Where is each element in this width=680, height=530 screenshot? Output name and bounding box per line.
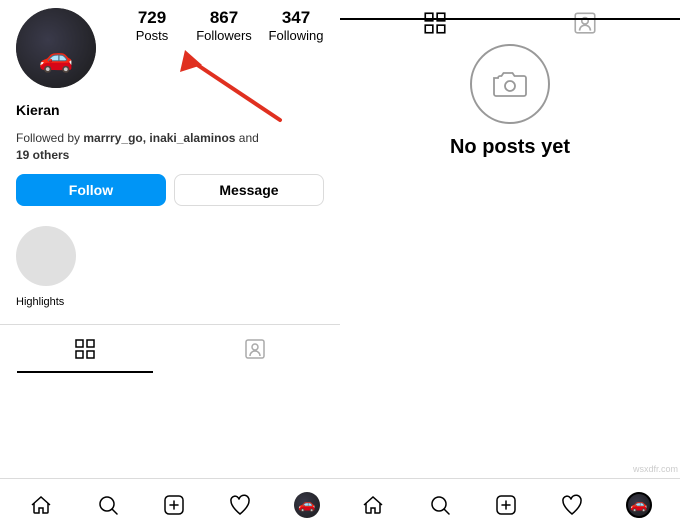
nav-home-left[interactable]: [19, 483, 63, 527]
follow-button[interactable]: Follow: [16, 174, 166, 206]
nav-avatar-left: 🚗: [294, 492, 320, 518]
left-panel: 729 Posts 867 Followers 347 Following Ki…: [0, 0, 340, 373]
top-grid-icon[interactable]: [422, 10, 448, 36]
grid-icon: [73, 337, 97, 361]
followers-stat[interactable]: 867 Followers: [192, 8, 256, 43]
nav-add-left[interactable]: [152, 483, 196, 527]
highlight-circle[interactable]: [16, 226, 76, 286]
person-tag-icon: [243, 337, 267, 361]
nav-home-right[interactable]: [351, 483, 395, 527]
followed-by-others-text: and: [235, 131, 258, 145]
camera-icon: [490, 64, 530, 104]
bottom-navigation: 🚗 🚗: [0, 478, 680, 530]
heart-icon: [228, 493, 252, 517]
following-stat[interactable]: 347 Following: [264, 8, 328, 43]
bottom-tab-bar: [0, 324, 340, 373]
no-posts-area: No posts yet: [340, 44, 680, 179]
username-section: Kieran: [0, 100, 340, 126]
posts-count: 729: [138, 8, 166, 28]
add-icon-right: [494, 493, 518, 517]
search-icon: [96, 493, 120, 517]
home-icon-right: [361, 493, 385, 517]
nav-profile-left[interactable]: 🚗: [285, 483, 329, 527]
right-top-icons: [340, 0, 680, 44]
nav-search-right[interactable]: [418, 483, 462, 527]
nav-avatar-right: 🚗: [626, 492, 652, 518]
add-icon: [162, 493, 186, 517]
avatar: [16, 8, 96, 88]
followed-by: Followed by marrry_go, inaki_alaminos an…: [0, 126, 340, 174]
followers-label: Followers: [196, 28, 252, 43]
watermark: wsxdfr.com: [633, 464, 678, 474]
followed-by-others-count: 19 others: [16, 148, 69, 162]
following-label: Following: [269, 28, 324, 43]
highlights-label: Highlights: [16, 296, 64, 308]
camera-circle: [470, 44, 550, 124]
message-button[interactable]: Message: [174, 174, 324, 206]
heart-icon-right: [560, 493, 584, 517]
posts-stat[interactable]: 729 Posts: [120, 8, 184, 43]
top-person-icon[interactable]: [572, 10, 598, 36]
action-buttons: Follow Message: [0, 174, 340, 218]
followed-by-names: marrry_go, inaki_alaminos: [83, 131, 235, 145]
divider-line: [340, 18, 680, 20]
followed-by-text: Followed by: [16, 131, 83, 145]
search-icon-right: [428, 493, 452, 517]
followers-count: 867: [210, 8, 238, 28]
nav-profile-right[interactable]: 🚗: [617, 483, 661, 527]
nav-add-right[interactable]: [484, 483, 528, 527]
stats-container: 729 Posts 867 Followers 347 Following: [120, 8, 328, 43]
posts-label: Posts: [136, 28, 169, 43]
nav-heart-right[interactable]: [550, 483, 594, 527]
tab-grid[interactable]: [0, 325, 170, 373]
profile-section: 729 Posts 867 Followers 347 Following: [0, 0, 340, 100]
username: Kieran: [16, 102, 60, 118]
nav-search-left[interactable]: [86, 483, 130, 527]
no-posts-text: No posts yet: [450, 136, 570, 159]
right-panel: No posts yet: [340, 0, 680, 179]
highlights-section: Highlights: [0, 218, 340, 320]
home-icon: [29, 493, 53, 517]
tab-tagged[interactable]: [170, 325, 340, 373]
following-count: 347: [282, 8, 310, 28]
nav-heart-left[interactable]: [218, 483, 262, 527]
avatar-image: [16, 8, 96, 88]
